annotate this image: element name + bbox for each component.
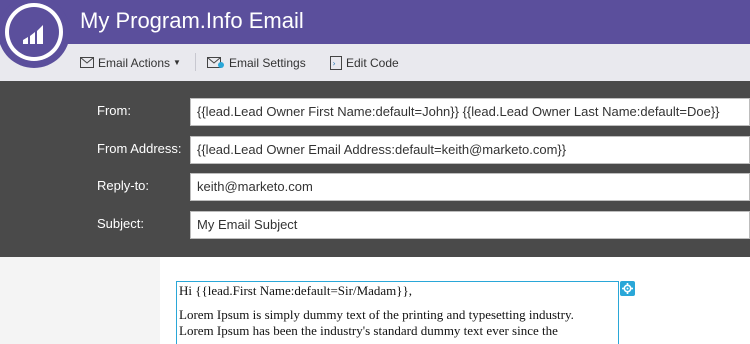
email-actions-label: Email Actions [98,55,171,70]
app-header: My Program.Info Email [0,0,750,44]
subject-field[interactable]: My Email Subject [190,211,750,239]
email-actions-menu[interactable]: Email Actions ▼ [80,44,181,81]
subject-label: Subject: [97,216,144,231]
from-field[interactable]: {{lead.Lead Owner First Name:default=Joh… [190,98,750,126]
email-settings-form: From: {{lead.Lead Owner First Name:defau… [0,81,750,257]
envelope-icon [80,57,94,68]
reply-to-field[interactable]: keith@marketo.com [190,173,750,201]
email-settings-button[interactable]: Email Settings [207,44,306,81]
greeting-text: Hi {{lead.First Name:default=Sir/Madam}}… [179,283,413,298]
toolbar: Email Actions ▼ Email Settings › Edit Co… [0,44,750,82]
email-settings-label: Email Settings [229,55,306,70]
email-editor-page: My Program.Info Email Email Actions ▼ Em… [0,0,750,344]
from-address-label: From Address: [97,141,182,156]
from-label: From: [97,103,131,118]
code-file-icon: › [330,55,342,70]
from-address-field[interactable]: {{lead.Lead Owner Email Address:default=… [190,136,750,164]
editable-text-region[interactable]: Hi {{lead.First Name:default=Sir/Madam}}… [176,281,619,344]
page-title: My Program.Info Email [80,8,304,33]
gear-icon[interactable] [620,281,635,296]
chevron-down-icon: ▼ [173,58,181,67]
toolbar-divider [195,53,196,71]
edit-code-label: Edit Code [346,55,399,70]
edit-code-button[interactable]: › Edit Code [330,44,399,81]
body-line-1: Lorem Ipsum is simply dummy text of the … [179,307,574,322]
svg-text:›: › [333,59,336,68]
reply-to-label: Reply-to: [97,178,150,193]
logo-bars-icon [23,25,43,44]
body-line-2: Lorem Ipsum has been the industry's stan… [179,323,558,338]
envelope-settings-icon [207,56,225,69]
